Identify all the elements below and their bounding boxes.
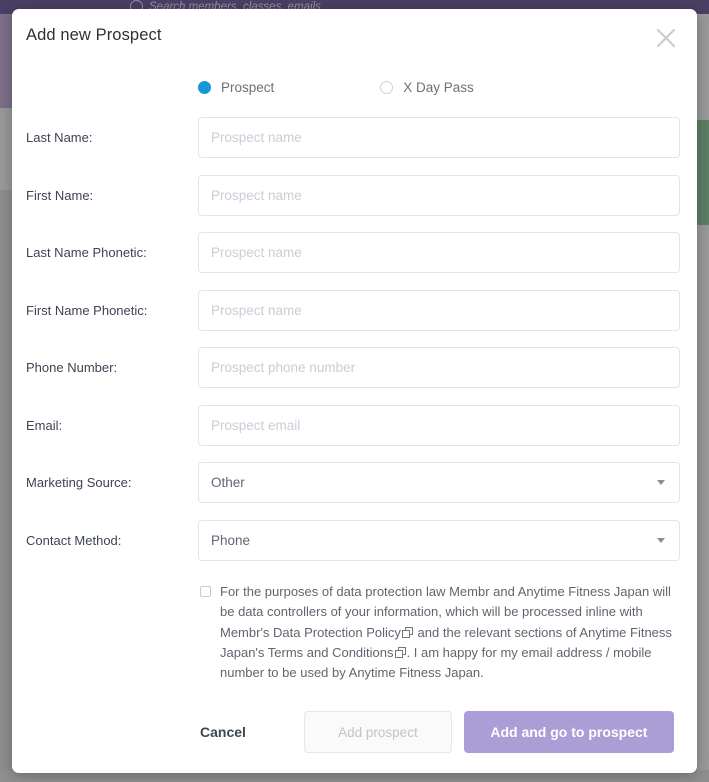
- input-last-name[interactable]: Prospect name: [198, 117, 680, 159]
- radio-dot-prospect: [198, 81, 211, 94]
- cancel-button[interactable]: Cancel: [200, 724, 246, 740]
- select-marketing-source[interactable]: Other: [198, 462, 680, 504]
- label-last-name-phonetic: Last Name Phonetic:: [26, 245, 147, 261]
- background-right-panel-gray-upper: [697, 14, 709, 120]
- form-row-email: Email: Prospect email: [12, 397, 697, 455]
- page-title: Add new Prospect: [26, 26, 162, 44]
- label-email: Email:: [26, 417, 63, 433]
- form-row-contact-method: Contact Method: Phone: [12, 512, 697, 570]
- input-first-name-phonetic[interactable]: Prospect name: [198, 289, 680, 331]
- value-contact-method: Phone: [211, 532, 251, 548]
- chevron-down-icon: [657, 480, 665, 486]
- consent-row: For the purposes of data protection law …: [12, 582, 697, 683]
- external-link-icon[interactable]: [394, 646, 406, 658]
- placeholder-last-name-phonetic: Prospect name: [211, 245, 302, 261]
- select-contact-method[interactable]: Phone: [198, 519, 680, 561]
- input-first-name[interactable]: Prospect name: [198, 174, 680, 216]
- radio-dot-x-day-pass: [380, 81, 394, 94]
- add-and-go-to-prospect-button[interactable]: Add and go to prospect: [463, 711, 674, 753]
- form-row-first-name: First Name: Prospect name: [12, 167, 697, 225]
- label-marketing-source: Marketing Source:: [26, 475, 132, 491]
- form-row-last-name: Last Name: Prospect name: [12, 109, 697, 167]
- form-row-marketing-source: Marketing Source: Other: [12, 454, 697, 512]
- external-link-icon[interactable]: [401, 626, 413, 638]
- background-left-panel-purple: [0, 14, 12, 108]
- placeholder-first-name: Prospect name: [211, 187, 302, 203]
- consent-checkbox[interactable]: [200, 586, 211, 597]
- prospect-type-radio-group: Prospect X Day Pass: [198, 62, 697, 109]
- label-first-name: First Name:: [26, 187, 94, 203]
- input-last-name-phonetic[interactable]: Prospect name: [198, 232, 680, 274]
- form-row-phone-number: Phone Number: Prospect phone number: [12, 339, 697, 397]
- radio-label-x-day-pass: X Day Pass: [403, 80, 474, 95]
- add-prospect-button[interactable]: Add prospect: [303, 711, 452, 753]
- background-left-panel-gray-upper: [0, 108, 12, 190]
- radio-option-prospect[interactable]: Prospect: [198, 80, 274, 95]
- placeholder-email: Prospect email: [211, 417, 301, 433]
- chevron-down-icon: [657, 537, 665, 543]
- radio-option-x-day-pass[interactable]: X Day Pass: [380, 80, 474, 95]
- form-row-last-name-phonetic: Last Name Phonetic: Prospect name: [12, 224, 697, 282]
- input-phone-number[interactable]: Prospect phone number: [198, 347, 680, 389]
- modal-body: Prospect X Day Pass Last Name: Prospect …: [12, 62, 697, 691]
- input-email[interactable]: Prospect email: [198, 404, 680, 446]
- placeholder-first-name-phonetic: Prospect name: [211, 302, 302, 318]
- value-marketing-source: Other: [211, 475, 245, 491]
- radio-label-prospect: Prospect: [221, 80, 275, 95]
- modal-footer: Cancel Add prospect Add and go to prospe…: [12, 691, 697, 773]
- label-contact-method: Contact Method:: [26, 532, 122, 548]
- background-left-panel-gray-lower: [0, 190, 12, 782]
- modal-header: Add new Prospect: [12, 9, 697, 62]
- placeholder-phone-number: Prospect phone number: [211, 360, 356, 376]
- label-phone-number: Phone Number:: [26, 360, 118, 376]
- placeholder-last-name: Prospect name: [211, 130, 302, 146]
- consent-text: For the purposes of data protection law …: [220, 582, 675, 683]
- label-last-name: Last Name:: [26, 130, 93, 146]
- add-new-prospect-modal: Add new Prospect Prospect X Day Pass Las…: [12, 9, 697, 773]
- form-row-first-name-phonetic: First Name Phonetic: Prospect name: [12, 282, 697, 340]
- label-first-name-phonetic: First Name Phonetic:: [26, 302, 148, 318]
- close-icon[interactable]: [653, 25, 679, 51]
- background-right-panel-gray-lower: [697, 225, 709, 782]
- background-right-panel-green-card: [697, 120, 709, 225]
